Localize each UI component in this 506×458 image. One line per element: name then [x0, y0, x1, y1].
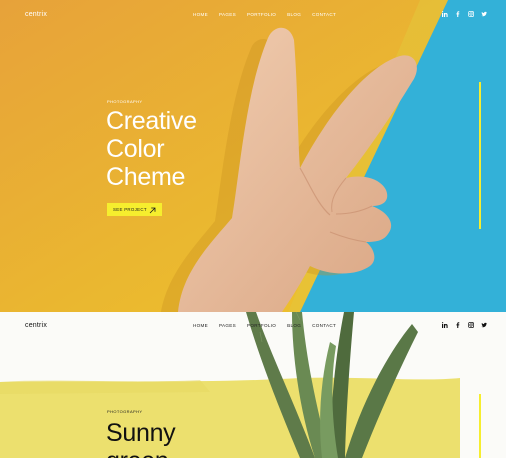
twitter-icon[interactable] — [481, 322, 487, 328]
hero-slide-sunny: centrix HOME PAGES PORTFOLIO BLOG CONTAC… — [0, 312, 506, 458]
nav-item-blog[interactable]: BLOG — [287, 323, 301, 328]
logo[interactable]: centrix — [25, 322, 47, 329]
hero-background-image-plant — [0, 312, 506, 458]
nav-item-pages[interactable]: PAGES — [219, 12, 236, 17]
main-nav: HOME PAGES PORTFOLIO BLOG CONTACT — [193, 12, 347, 17]
hero-title: Sunny green — [106, 419, 176, 458]
nav-item-portfolio[interactable]: PORTFOLIO — [247, 323, 276, 328]
nav-item-blog[interactable]: BLOG — [287, 12, 301, 17]
instagram-icon[interactable] — [468, 11, 474, 17]
nav-item-home[interactable]: HOME — [193, 323, 208, 328]
hero-title: Creative Color Cheme — [106, 107, 197, 191]
nav-item-contact[interactable]: CONTACT — [312, 12, 336, 17]
slider-progress-bar[interactable] — [479, 394, 481, 458]
arrow-up-right-icon — [149, 201, 156, 219]
social-links — [442, 322, 487, 328]
hero-background-image — [0, 0, 506, 312]
social-links — [442, 11, 487, 17]
instagram-icon[interactable] — [468, 322, 474, 328]
hero-eyebrow: PHOTOGRAPHY — [107, 99, 143, 104]
nav-item-pages[interactable]: PAGES — [219, 323, 236, 328]
facebook-icon[interactable] — [455, 11, 461, 17]
nav-item-home[interactable]: HOME — [193, 12, 208, 17]
see-project-label: SEE PROJECT — [113, 207, 147, 212]
hero-eyebrow: PHOTOGRAPHY — [107, 409, 143, 414]
linkedin-icon[interactable] — [442, 322, 448, 328]
nav-item-portfolio[interactable]: PORTFOLIO — [247, 12, 276, 17]
see-project-button[interactable]: SEE PROJECT — [107, 203, 162, 216]
main-nav: HOME PAGES PORTFOLIO BLOG CONTACT — [193, 323, 347, 328]
facebook-icon[interactable] — [455, 322, 461, 328]
nav-item-contact[interactable]: CONTACT — [312, 323, 336, 328]
slider-progress-bar[interactable] — [479, 82, 481, 229]
hero-slide-creative: centrix HOME PAGES PORTFOLIO BLOG CONTAC… — [0, 0, 506, 312]
linkedin-icon[interactable] — [442, 11, 448, 17]
twitter-icon[interactable] — [481, 11, 487, 17]
logo[interactable]: centrix — [25, 11, 47, 18]
